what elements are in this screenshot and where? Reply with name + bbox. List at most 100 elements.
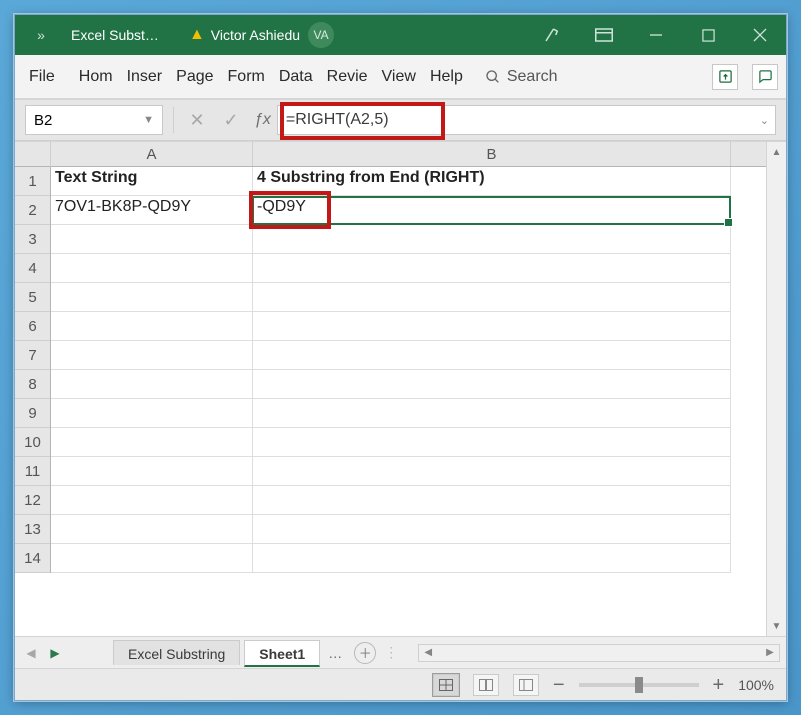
cell-A6[interactable] (51, 312, 253, 341)
warning-icon: ▲ (189, 26, 205, 44)
grid[interactable]: A B 1 2 3 4 5 6 7 8 9 10 11 12 13 14 (15, 142, 766, 636)
row-header-9[interactable]: 9 (15, 399, 50, 428)
horizontal-scrollbar[interactable]: ◀ ▶ (418, 644, 780, 662)
account-control[interactable]: Victor Ashiedu VA (211, 22, 334, 48)
row-header-4[interactable]: 4 (15, 254, 50, 283)
row-header-8[interactable]: 8 (15, 370, 50, 399)
cell-B4[interactable] (253, 254, 731, 283)
cell-A10[interactable] (51, 428, 253, 457)
view-normal-button[interactable] (433, 674, 459, 696)
cell-B7[interactable] (253, 341, 731, 370)
tell-me-search[interactable]: Search (485, 68, 558, 86)
row-header-12[interactable]: 12 (15, 486, 50, 515)
cell-B12[interactable] (253, 486, 731, 515)
scroll-right-icon[interactable]: ▶ (761, 647, 779, 658)
tab-home[interactable]: Hom (73, 62, 119, 92)
row-header-2[interactable]: 2 (15, 196, 50, 225)
cell-B2[interactable]: -QD9Y (253, 196, 731, 225)
cell-A4[interactable] (51, 254, 253, 283)
tab-view[interactable]: View (376, 62, 422, 92)
view-page-layout-button[interactable] (473, 674, 499, 696)
tab-help[interactable]: Help (424, 62, 469, 92)
share-button[interactable] (712, 64, 738, 90)
row-header-3[interactable]: 3 (15, 225, 50, 254)
view-page-break-button[interactable] (513, 674, 539, 696)
coming-soon-icon[interactable] (526, 15, 578, 55)
new-sheet-button[interactable]: ＋ (354, 642, 376, 664)
comments-button[interactable] (752, 64, 778, 90)
formula-bar: B2 ▼ ✕ ✓ ƒx =RIGHT(A2,5) ⌄ (15, 99, 786, 141)
ribbon-collapse-button[interactable]: » (15, 15, 67, 55)
page-break-icon (519, 679, 533, 691)
separator: ⋮ (380, 644, 402, 661)
vscroll-track[interactable] (767, 162, 786, 616)
sheet-tab-excel-substring[interactable]: Excel Substring (113, 640, 240, 665)
tab-insert[interactable]: Inser (121, 62, 169, 92)
row-header-13[interactable]: 13 (15, 515, 50, 544)
tab-formulas[interactable]: Form (222, 62, 271, 92)
cell-A9[interactable] (51, 399, 253, 428)
comment-icon (758, 69, 773, 84)
minimize-button[interactable] (630, 15, 682, 55)
cell-B1[interactable]: 4 Substring from End (RIGHT) (253, 167, 731, 196)
cell-A3[interactable] (51, 225, 253, 254)
chevron-down-icon[interactable]: ▼ (143, 114, 154, 126)
row-header-14[interactable]: 14 (15, 544, 50, 573)
sheet-nav-next[interactable]: ▶ (45, 646, 65, 660)
zoom-level[interactable]: 100% (738, 677, 774, 693)
cell-B10[interactable] (253, 428, 731, 457)
search-label: Search (507, 68, 558, 86)
cell-B5[interactable] (253, 283, 731, 312)
name-box[interactable]: B2 ▼ (25, 105, 163, 135)
row-headers: 1 2 3 4 5 6 7 8 9 10 11 12 13 14 (15, 167, 51, 573)
maximize-button[interactable] (682, 15, 734, 55)
sheet-nav-prev[interactable]: ◀ (21, 646, 41, 660)
tab-page[interactable]: Page (170, 62, 219, 92)
vertical-scrollbar[interactable]: ▲ ▼ (766, 142, 786, 636)
formula-input[interactable]: =RIGHT(A2,5) ⌄ (277, 105, 776, 135)
sheet-tabs-overflow[interactable]: … (324, 645, 346, 661)
column-header-A[interactable]: A (51, 142, 253, 166)
cell-A5[interactable] (51, 283, 253, 312)
page-layout-icon (479, 679, 493, 691)
scroll-up-icon[interactable]: ▲ (767, 142, 786, 162)
fx-icon[interactable]: ƒx (248, 111, 277, 129)
select-all-corner[interactable] (15, 142, 51, 167)
zoom-slider[interactable] (579, 683, 699, 687)
sheet-tab-sheet1[interactable]: Sheet1 (244, 640, 320, 667)
cell-A12[interactable] (51, 486, 253, 515)
cancel-formula-button[interactable]: ✕ (180, 110, 214, 131)
row-header-6[interactable]: 6 (15, 312, 50, 341)
cell-B14[interactable] (253, 544, 731, 573)
cell-B3[interactable] (253, 225, 731, 254)
ribbon-display-icon[interactable] (578, 15, 630, 55)
cell-A13[interactable] (51, 515, 253, 544)
row-header-1[interactable]: 1 (15, 167, 50, 196)
cell-A14[interactable] (51, 544, 253, 573)
cell-B6[interactable] (253, 312, 731, 341)
zoom-slider-knob[interactable] (635, 677, 643, 693)
row-header-11[interactable]: 11 (15, 457, 50, 486)
cell-A7[interactable] (51, 341, 253, 370)
cell-A11[interactable] (51, 457, 253, 486)
column-header-B[interactable]: B (253, 142, 731, 166)
cell-A2[interactable]: 7OV1-BK8P-QD9Y (51, 196, 253, 225)
scroll-down-icon[interactable]: ▼ (767, 616, 786, 636)
cell-A1[interactable]: Text String (51, 167, 253, 196)
enter-formula-button[interactable]: ✓ (214, 110, 248, 131)
tab-file[interactable]: File (23, 62, 61, 92)
close-button[interactable] (734, 15, 786, 55)
column-headers: A B (51, 142, 766, 167)
cell-B13[interactable] (253, 515, 731, 544)
cell-A8[interactable] (51, 370, 253, 399)
cell-B8[interactable] (253, 370, 731, 399)
cell-B11[interactable] (253, 457, 731, 486)
row-header-5[interactable]: 5 (15, 283, 50, 312)
cell-B9[interactable] (253, 399, 731, 428)
tab-data[interactable]: Data (273, 62, 319, 92)
row-header-7[interactable]: 7 (15, 341, 50, 370)
scroll-left-icon[interactable]: ◀ (419, 647, 437, 658)
tab-review[interactable]: Revie (321, 62, 374, 92)
row-header-10[interactable]: 10 (15, 428, 50, 457)
expand-formula-bar-icon[interactable]: ⌄ (760, 114, 769, 127)
